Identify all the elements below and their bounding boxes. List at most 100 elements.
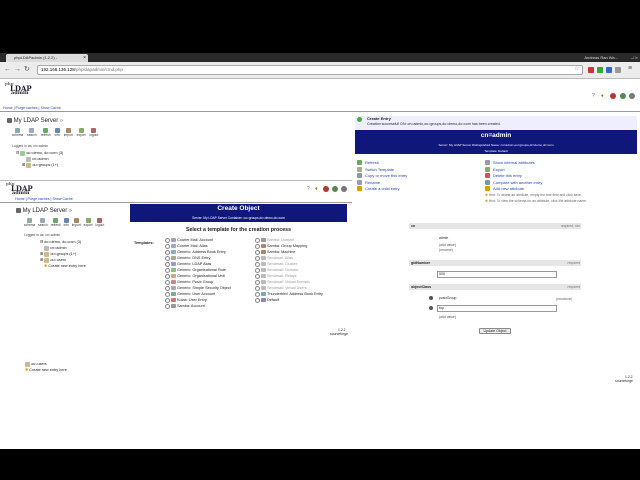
radio-button[interactable] [255,249,260,255]
template-option[interactable]: Default [255,297,323,303]
action-label: Rename [365,179,381,185]
info-control[interactable]: info [55,128,60,137]
template-option[interactable]: Samba: Account [165,303,231,309]
info-icon[interactable] [429,306,433,310]
radio-button[interactable] [165,291,170,297]
reload-icon[interactable]: ↻ [24,66,30,74]
radio-button[interactable] [165,303,170,309]
template-icon [261,298,266,302]
radio-button[interactable] [165,249,170,255]
profile-name[interactable]: Andreas Ran Wa... [584,54,618,61]
extension-icon[interactable] [615,67,621,73]
import-control[interactable]: import [72,218,81,227]
bug-icon[interactable] [323,186,329,192]
gidnumber-input[interactable]: 500 [437,271,557,278]
tab-title: phpLDAPadmin (1.2.2) - [14,55,58,60]
radio-button[interactable] [165,285,170,291]
close-icon[interactable]: × [83,54,86,62]
action-label: Compare with another entry [493,179,543,185]
radio-button[interactable] [165,267,170,273]
action-label: Refresh [365,160,380,165]
radio-button[interactable] [165,279,170,285]
refresh-icon[interactable]: ⟳ [69,208,72,213]
menu-icon[interactable]: ≡ [628,65,632,73]
action-icon [357,160,362,166]
help-icon[interactable]: ? [592,93,595,99]
search-control[interactable]: search [27,128,37,137]
tree-item[interactable]: ⊞ ou=groups (1+) [22,162,58,168]
info-control[interactable]: info [64,218,69,227]
template-label: Default [267,298,280,302]
logout-control[interactable]: logout [90,128,98,137]
create-new-entry-link[interactable]: ✱ Create new entry here [25,367,67,373]
rename-link[interactable]: (rename) [439,248,453,252]
refresh-control[interactable]: refresh [41,128,51,137]
extension-icon[interactable] [588,67,594,73]
attribute-name[interactable]: gidNumber [411,261,430,265]
light-icon[interactable]: ♦ [601,93,604,99]
browser-tab[interactable]: phpLDAPadmin (1.2.2) - × [6,54,88,62]
entry-action-link[interactable]: Create a child entry [357,186,407,193]
light-icon[interactable]: ♦ [315,186,318,192]
create-object-subtitle: Server: My LDAP Server Container: ou=gro… [130,214,347,222]
success-notice: Create Entry Creation successful! DN: cn… [355,116,637,130]
export-control[interactable]: export [77,128,86,137]
actions-left: Refresh Switch Template Copy or move this … [357,160,407,193]
radio-button[interactable] [255,291,260,297]
update-object-button[interactable]: Update Object [479,328,511,334]
show-cache-link[interactable]: Show Cache [52,197,72,201]
home-link[interactable]: Home [3,106,13,110]
radio-button[interactable] [255,243,260,249]
action-icon [485,160,490,166]
schema-control[interactable]: schema [12,128,23,137]
search-control[interactable]: search [38,218,48,227]
purge-caches-link[interactable]: Purge caches [28,197,50,201]
radio-button[interactable] [255,297,260,303]
radio-button[interactable] [165,261,170,267]
bug-icon[interactable] [610,93,616,99]
home-link[interactable]: Home [15,197,25,201]
create-new-entry-link[interactable]: ✱ Create new entry here [44,263,86,269]
template-icon [261,250,266,254]
attribute-name[interactable]: cn [411,224,415,228]
info-icon[interactable] [429,296,433,300]
donate-icon[interactable] [332,186,338,192]
show-cache-link[interactable]: Show Cache [40,106,60,110]
radio-button[interactable] [165,273,170,279]
add-value-link[interactable]: (add value) [439,243,456,247]
purge-caches-link[interactable]: Purge caches [16,106,38,110]
template-icon [171,268,176,272]
radio-button[interactable] [165,243,170,249]
action-label: Show internal attributes [493,160,535,165]
window-controls[interactable]: –□× [631,54,638,61]
refresh-icon[interactable]: ⟳ [60,118,63,123]
address-bar[interactable]: 192.168.136.128/phpldapadmin/cmd.php [37,65,583,75]
notice-title: Create Entry [367,116,391,121]
url-path: /phpldapadmin/cmd.php [74,67,123,72]
info-icon[interactable] [341,186,347,192]
export-control[interactable]: export [84,218,93,227]
refresh-control[interactable]: refresh [51,218,61,227]
logout-control[interactable]: logout [96,218,104,227]
radio-button[interactable] [165,297,170,303]
radio-button[interactable] [165,255,170,261]
donate-icon[interactable] [620,93,626,99]
attribute-name[interactable]: objectClass [411,285,431,289]
extension-icon[interactable] [597,67,603,73]
help-icon[interactable]: ? [307,186,310,192]
divider [0,202,352,203]
template-label: Sendmail: Alias [267,256,293,260]
template-label: Generic: LDAP Alias [177,262,212,266]
objectclass-input[interactable]: top [437,305,557,312]
import-control[interactable]: import [64,128,73,137]
back-icon[interactable]: ← [4,66,11,74]
forward-icon[interactable]: → [14,66,21,74]
template-icon [261,256,266,260]
schema-control[interactable]: schema [24,218,35,227]
radio-button[interactable] [165,237,170,243]
extension-icon[interactable] [606,67,612,73]
star-icon[interactable]: ☆ [574,65,579,73]
add-value-link[interactable]: (add value) [439,315,456,319]
info-icon[interactable] [629,93,635,99]
entry-action-link[interactable]: Add new attribute [485,186,542,193]
